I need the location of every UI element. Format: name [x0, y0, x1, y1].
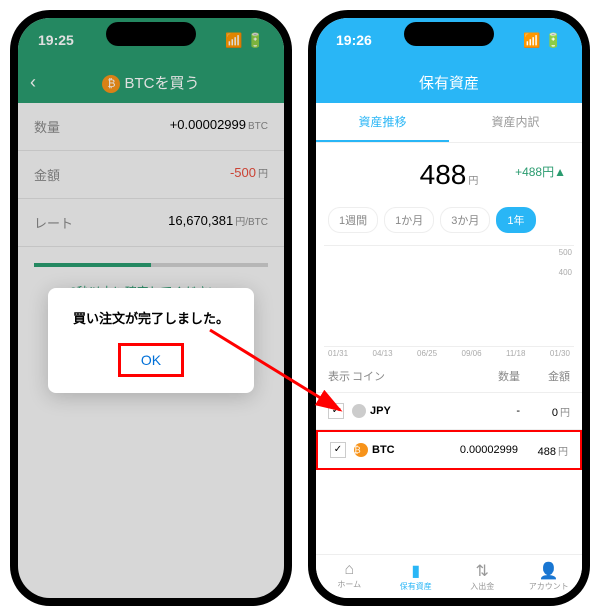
phone-right: 19:26 📶 🔋 保有資産 資産推移 資産内訳 488円 +488円▲ 1週間…	[308, 10, 590, 606]
period-1w[interactable]: 1週間	[328, 207, 378, 233]
row-jpy[interactable]: ✓ JPY - 0円	[316, 393, 582, 430]
tab-history[interactable]: 資産推移	[316, 103, 449, 142]
nav-account[interactable]: 👤アカウント	[516, 561, 583, 592]
nav-home[interactable]: ⌂ホーム	[316, 561, 383, 592]
balance: 488円 +488円▲	[316, 143, 582, 207]
jpy-icon	[352, 404, 366, 418]
btc-icon: ₿	[354, 443, 368, 457]
nav-io[interactable]: ⇅入出金	[449, 561, 516, 592]
chart-area: 500 400	[324, 245, 574, 347]
tab-breakdown[interactable]: 資産内訳	[449, 103, 582, 142]
notch	[404, 22, 494, 46]
balance-change: +488円▲	[515, 163, 566, 180]
completion-modal: 買い注文が完了しました。 OK	[48, 288, 254, 393]
modal-title: 買い注文が完了しました。	[64, 308, 238, 327]
header-assets: 保有資産	[316, 62, 582, 103]
chart-x-axis: 01/3104/1306/2509/0611/1801/30	[316, 347, 582, 360]
tabs: 資産推移 資産内訳	[316, 103, 582, 143]
account-icon: 👤	[516, 561, 583, 581]
screen-right: 19:26 📶 🔋 保有資産 資産推移 資産内訳 488円 +488円▲ 1週間…	[316, 18, 582, 598]
row-btc[interactable]: ✓ ₿BTC 0.00002999 488円	[316, 430, 582, 470]
nav-assets[interactable]: ▮保有資産	[383, 561, 450, 592]
period-selector: 1週間 1か月 3か月 1年	[316, 207, 582, 245]
status-time: 19:26	[336, 32, 372, 48]
period-1y[interactable]: 1年	[496, 207, 535, 233]
period-1m[interactable]: 1か月	[384, 207, 434, 233]
checkbox-icon[interactable]: ✓	[330, 442, 346, 458]
checkbox-icon[interactable]: ✓	[328, 403, 344, 419]
ok-button[interactable]: OK	[118, 343, 184, 377]
bottom-nav: ⌂ホーム ▮保有資産 ⇅入出金 👤アカウント	[316, 554, 582, 598]
status-icons: 📶 🔋	[523, 32, 562, 49]
screen-left: 19:25 📶 🔋 ‹ ₿BTCを買う 数量 +0.00002999BTC 金額…	[18, 18, 284, 598]
home-icon: ⌂	[316, 561, 383, 579]
transfer-icon: ⇅	[449, 561, 516, 581]
period-3m[interactable]: 3か月	[440, 207, 490, 233]
phone-left: 19:25 📶 🔋 ‹ ₿BTCを買う 数量 +0.00002999BTC 金額…	[10, 10, 292, 606]
wallet-icon: ▮	[383, 561, 450, 581]
table-header: 表示コイン数量金額	[316, 360, 582, 393]
notch	[106, 22, 196, 46]
